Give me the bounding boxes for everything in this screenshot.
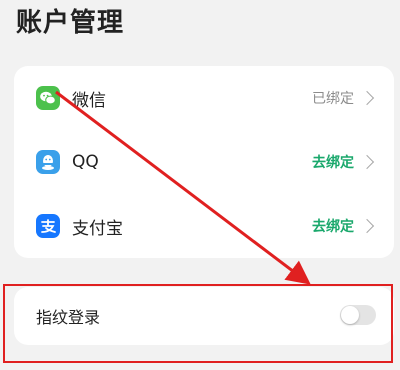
annotation-arrow-line [55,90,311,285]
annotation-arrow [55,90,311,285]
